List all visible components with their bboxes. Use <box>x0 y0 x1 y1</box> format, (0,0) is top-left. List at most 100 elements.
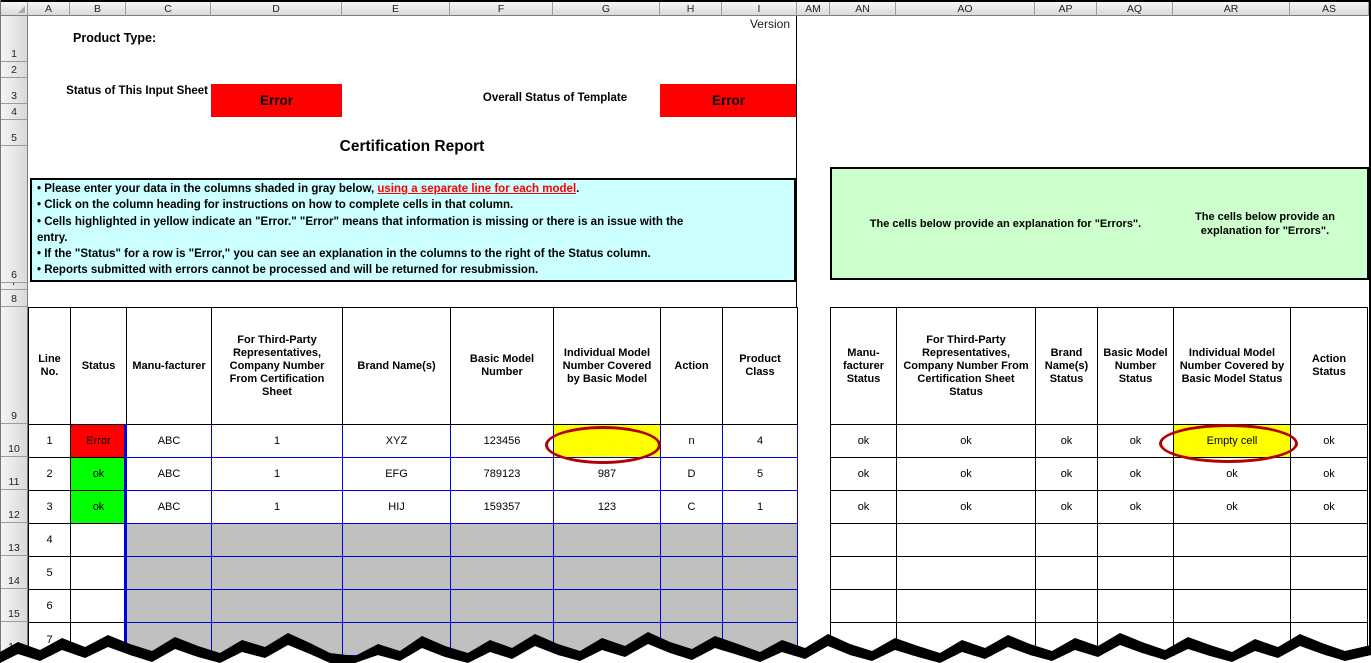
row-header-10[interactable]: 10 <box>1 424 28 457</box>
lt-cell[interactable]: 159357 <box>451 491 554 524</box>
rt-header-individual-model-status[interactable]: Individual Model Number Covered by Basic… <box>1174 308 1291 425</box>
rt-cell[interactable]: ok <box>831 458 897 491</box>
lt-cell[interactable] <box>451 590 554 623</box>
lt-cell[interactable] <box>451 557 554 590</box>
column-header-C[interactable]: C <box>126 2 211 16</box>
row-header-9[interactable]: 9 <box>1 307 28 424</box>
lt-cell[interactable]: 1 <box>723 491 798 524</box>
rt-cell[interactable] <box>1098 524 1174 557</box>
column-header-B[interactable]: B <box>70 2 126 16</box>
rt-cell[interactable] <box>897 524 1036 557</box>
overall-status-box[interactable]: Error <box>660 84 797 117</box>
rt-header-company-number-status[interactable]: For Third-Party Representatives, Company… <box>897 308 1036 425</box>
lt-line-no-cell[interactable]: 4 <box>29 524 71 557</box>
row-header-13[interactable]: 13 <box>1 523 28 556</box>
column-header-AQ[interactable]: AQ <box>1097 2 1173 16</box>
row-header-11[interactable]: 11 <box>1 457 28 490</box>
rt-cell[interactable]: ok <box>1098 458 1174 491</box>
lt-cell[interactable]: XYZ <box>343 425 451 458</box>
lt-status-cell[interactable]: ok <box>71 458 127 491</box>
lt-cell[interactable] <box>723 524 798 557</box>
lt-header-company-number[interactable]: For Third-Party Representatives, Company… <box>212 308 343 425</box>
lt-cell[interactable]: 1 <box>212 458 343 491</box>
rt-cell[interactable] <box>1291 590 1368 623</box>
rt-cell[interactable]: ok <box>897 425 1036 458</box>
row-header-8[interactable]: 8 <box>1 290 28 307</box>
lt-cell[interactable] <box>661 590 723 623</box>
rt-cell[interactable]: ok <box>1036 425 1098 458</box>
lt-cell[interactable]: 4 <box>723 425 798 458</box>
lt-cell[interactable] <box>127 524 212 557</box>
lt-cell[interactable]: D <box>661 458 723 491</box>
rt-cell[interactable]: ok <box>1174 491 1291 524</box>
rt-cell[interactable]: ok <box>831 491 897 524</box>
lt-cell[interactable] <box>212 557 343 590</box>
lt-header-action[interactable]: Action <box>661 308 723 425</box>
rt-cell[interactable] <box>897 557 1036 590</box>
row-header-4[interactable]: 4 <box>1 104 28 120</box>
column-header-AO[interactable]: AO <box>896 2 1035 16</box>
rt-cell[interactable]: ok <box>1098 491 1174 524</box>
rt-cell[interactable]: ok <box>1036 458 1098 491</box>
row-header-6[interactable]: 6 <box>1 146 28 283</box>
rt-cell[interactable]: ok <box>897 491 1036 524</box>
lt-cell[interactable]: n <box>661 425 723 458</box>
input-sheet-status-box[interactable]: Error <box>211 84 342 117</box>
lt-cell[interactable] <box>554 590 661 623</box>
rt-cell[interactable] <box>1174 557 1291 590</box>
rt-cell[interactable] <box>1036 590 1098 623</box>
column-header-I[interactable]: I <box>722 2 797 16</box>
lt-line-no-cell[interactable]: 6 <box>29 590 71 623</box>
row-header-3[interactable]: 3 <box>1 78 28 104</box>
rt-cell[interactable] <box>897 590 1036 623</box>
column-header-A[interactable]: A <box>28 2 70 16</box>
column-header-AS[interactable]: AS <box>1290 2 1369 16</box>
rt-cell[interactable] <box>1291 524 1368 557</box>
lt-header-brand-names[interactable]: Brand Name(s) <box>343 308 451 425</box>
lt-cell[interactable]: 1 <box>212 425 343 458</box>
column-header-AR[interactable]: AR <box>1173 2 1290 16</box>
lt-line-no-cell[interactable]: 5 <box>29 557 71 590</box>
rt-cell[interactable]: ok <box>897 458 1036 491</box>
lt-status-cell[interactable] <box>71 524 127 557</box>
lt-header-status[interactable]: Status <box>71 308 127 425</box>
lt-cell[interactable] <box>127 557 212 590</box>
lt-cell[interactable]: C <box>661 491 723 524</box>
lt-cell[interactable] <box>343 590 451 623</box>
lt-cell[interactable] <box>343 557 451 590</box>
rt-cell[interactable]: ok <box>1036 491 1098 524</box>
lt-cell[interactable]: EFG <box>343 458 451 491</box>
lt-header-line-no[interactable]: Line No. <box>29 308 71 425</box>
column-header-AP[interactable]: AP <box>1035 2 1097 16</box>
lt-header-manufacturer[interactable]: Manu-facturer <box>127 308 212 425</box>
lt-header-basic-model[interactable]: Basic Model Number <box>451 308 554 425</box>
lt-line-no-cell[interactable]: 3 <box>29 491 71 524</box>
column-header-H[interactable]: H <box>660 2 722 16</box>
lt-cell[interactable] <box>723 590 798 623</box>
lt-cell[interactable]: HIJ <box>343 491 451 524</box>
column-header-D[interactable]: D <box>211 2 342 16</box>
lt-cell[interactable] <box>723 557 798 590</box>
rt-cell[interactable] <box>831 557 897 590</box>
column-header-AM[interactable]: AM <box>797 2 830 16</box>
lt-cell[interactable] <box>554 524 661 557</box>
separate-line-link[interactable]: using a separate line for each model <box>377 183 576 195</box>
lt-cell[interactable] <box>554 557 661 590</box>
lt-cell[interactable] <box>661 557 723 590</box>
lt-cell[interactable] <box>212 590 343 623</box>
rt-cell[interactable] <box>1174 590 1291 623</box>
lt-cell[interactable]: 5 <box>723 458 798 491</box>
row-header-14[interactable]: 14 <box>1 556 28 589</box>
rt-cell[interactable] <box>831 524 897 557</box>
rt-cell[interactable]: ok <box>1291 458 1368 491</box>
row-header-15[interactable]: 15 <box>1 589 28 622</box>
column-header-G[interactable]: G <box>553 2 660 16</box>
lt-cell[interactable] <box>343 524 451 557</box>
lt-cell[interactable]: ABC <box>127 458 212 491</box>
lt-header-product-class[interactable]: Product Class <box>723 308 798 425</box>
rt-header-action-status[interactable]: Action Status <box>1291 308 1368 425</box>
row-header-2[interactable]: 2 <box>1 62 28 78</box>
rt-header-manufacturer-status[interactable]: Manu-facturer Status <box>831 308 897 425</box>
column-header-AN[interactable]: AN <box>830 2 896 16</box>
rt-cell[interactable] <box>1036 524 1098 557</box>
